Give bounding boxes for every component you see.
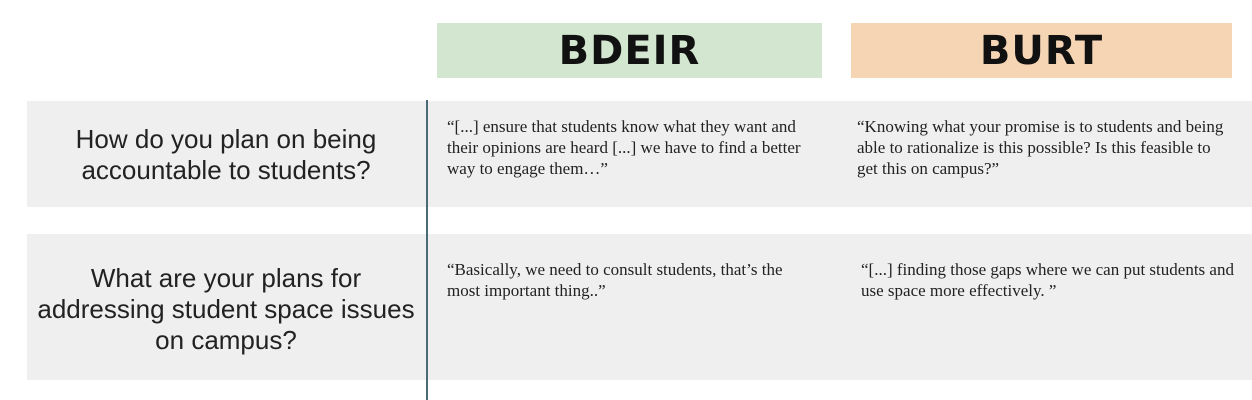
question-text: What are your plans for addressing stude… (37, 262, 415, 355)
question-row-accountability: How do you plan on being accountable to … (27, 101, 1252, 207)
column-divider (426, 100, 428, 400)
question-text: How do you plan on being accountable to … (75, 124, 377, 185)
burt-answer: “[...] finding those gaps where we can p… (861, 260, 1234, 300)
question-row-student-space: What are your plans for addressing stude… (27, 234, 1252, 380)
bdeir-answer: “[...] ensure that students know what th… (447, 117, 801, 178)
header-burt: BURT (851, 23, 1232, 78)
burt-answer: “Knowing what your promise is to student… (857, 117, 1224, 178)
header-bdeir: BDEIR (437, 23, 822, 78)
bdeir-answer: “Basically, we need to consult students,… (447, 260, 783, 300)
